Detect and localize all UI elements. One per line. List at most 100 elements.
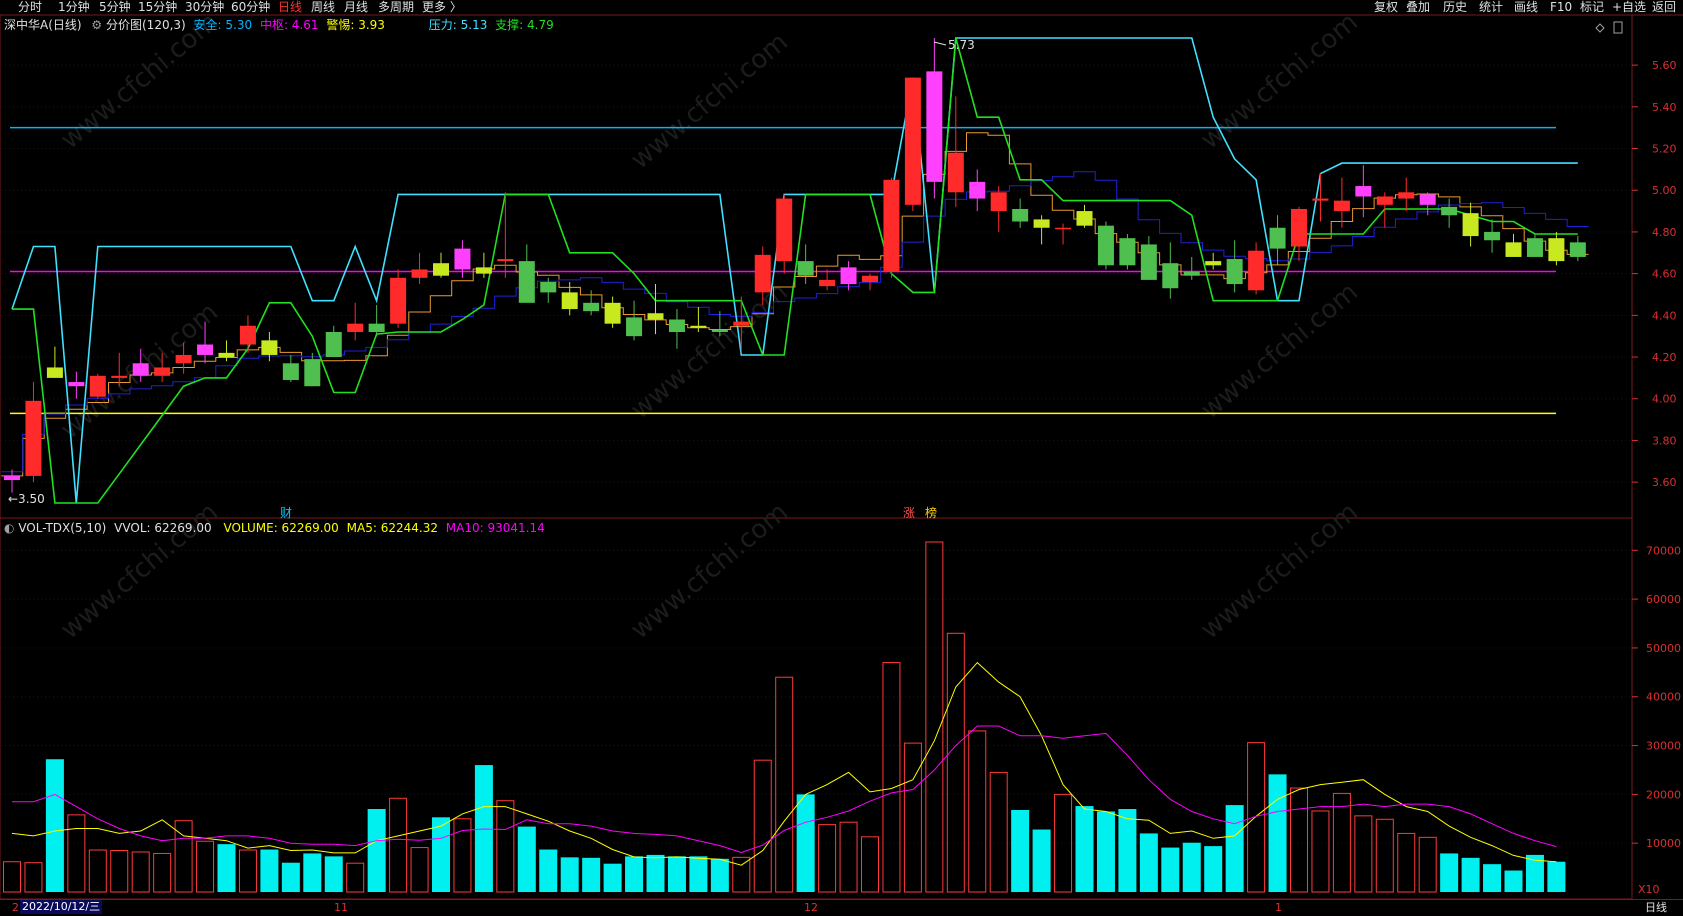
volume-tick-label: 60000	[1646, 593, 1681, 606]
candle-body	[89, 375, 106, 397]
candle	[840, 261, 857, 291]
candle	[261, 332, 278, 362]
volume-ma5-line	[11, 661, 1557, 866]
volume-bars	[3, 541, 1566, 893]
safe-value: 安全: 5.30	[193, 18, 253, 32]
candle-body	[1205, 261, 1222, 266]
period-label[interactable]: 日线	[1645, 901, 1667, 915]
gear-icon[interactable]: ⚙	[91, 18, 102, 32]
candle-body	[797, 261, 814, 276]
month-11-label: 11	[334, 901, 348, 914]
candle-body	[1505, 242, 1522, 257]
watermark-text: www.cfchi.com	[625, 277, 794, 425]
volume-bar	[775, 676, 794, 893]
volume-bar	[517, 826, 536, 892]
chart-canvas[interactable]: www.cfchi.com www.cfchi.com www.cfchi.com w…	[0, 0, 1683, 915]
candle-body	[926, 71, 943, 182]
stock-name[interactable]: 深中华A(日线)	[4, 18, 82, 32]
candle	[347, 302, 364, 341]
candle-body	[776, 198, 793, 262]
volume-bar	[3, 861, 21, 893]
candle-body	[1569, 242, 1586, 257]
volume-bar	[1418, 836, 1437, 893]
volume-bar	[1182, 842, 1201, 892]
price-tick-label: 3.80	[1652, 434, 1677, 447]
candle	[883, 177, 900, 278]
watermark-text: www.cfchi.com	[625, 27, 794, 175]
volume-bar	[346, 862, 365, 893]
candle-body	[1097, 225, 1114, 266]
candle	[68, 371, 85, 399]
candle	[604, 296, 621, 328]
candle	[89, 373, 106, 399]
month-12-label: 12	[804, 901, 818, 914]
indicator-name[interactable]: 分价图(120,3)	[106, 18, 186, 32]
volume-bar	[946, 632, 965, 893]
candle	[1312, 173, 1329, 222]
volume-tick-label: 50000	[1646, 642, 1681, 655]
volume-legend: ◐ VOL-TDX(5,10) VVOL: 62269.00 VOLUME: 6…	[4, 521, 545, 535]
candle-body	[1419, 194, 1436, 205]
watermark-text: www.cfchi.com	[1195, 277, 1364, 425]
candle	[304, 352, 321, 387]
grid-lines	[1, 64, 1632, 844]
candle-body	[626, 317, 643, 337]
candle	[1505, 234, 1522, 257]
candle-body	[368, 323, 385, 333]
candle-body	[454, 248, 471, 270]
candle-body	[1548, 238, 1565, 262]
ma5-value: MA5: 62244.32	[346, 521, 438, 535]
volume-bar	[582, 857, 601, 892]
date-first-label: 2	[12, 901, 19, 914]
alert-value: 警惕: 3.93	[326, 18, 385, 32]
candle-body	[733, 321, 750, 326]
volume-bar	[110, 850, 129, 893]
price-tick-label: 5.40	[1652, 101, 1677, 114]
candle	[1183, 256, 1200, 280]
vol-indicator-name[interactable]: VOL-TDX(5,10)	[18, 521, 106, 535]
volume-bar	[1483, 864, 1502, 892]
candle-body	[497, 259, 514, 262]
candle-body	[840, 267, 857, 285]
candle	[819, 269, 836, 291]
panel-icon	[1613, 21, 1623, 34]
volume-bar	[1247, 742, 1266, 893]
candle-body	[475, 267, 492, 274]
volume-bar	[1118, 809, 1137, 892]
price-tick-label: 4.00	[1652, 393, 1677, 406]
candle	[647, 284, 664, 335]
candle	[1526, 234, 1543, 257]
volume-value: VOLUME: 62269.00	[223, 521, 339, 535]
candlestick-series	[4, 38, 1586, 493]
volume-bar	[989, 771, 1008, 893]
volume-bar	[1461, 857, 1480, 892]
collapse-icon[interactable]: ◐	[4, 521, 14, 535]
candle	[1441, 198, 1458, 228]
candle	[282, 354, 299, 383]
volume-bar	[539, 849, 558, 892]
candle-body	[883, 179, 900, 272]
price-tick-label: 5.60	[1652, 59, 1677, 72]
volume-bar	[367, 809, 386, 892]
candle-body	[904, 77, 921, 205]
candle-body	[411, 269, 428, 278]
candle-body	[25, 400, 42, 476]
candle-body	[1333, 200, 1350, 212]
candle	[797, 244, 814, 285]
price-axis: 5.60 5.40 5.20 5.00 4.80 4.60 4.40 4.20 4.00 3.80…	[1632, 59, 1677, 489]
volume-tick-label: 30000	[1646, 740, 1681, 753]
candle	[1033, 215, 1050, 245]
volume-bar	[925, 541, 944, 893]
candle-body	[390, 277, 407, 324]
candle	[668, 309, 685, 349]
candle-body	[518, 261, 535, 303]
candle	[1055, 223, 1072, 245]
candle-body	[1312, 198, 1329, 201]
volume-tick-label: 10000	[1646, 837, 1681, 850]
volume-tick-label: 40000	[1646, 691, 1681, 704]
candle-body	[1462, 213, 1479, 237]
volume-bar	[153, 852, 172, 893]
candle	[1376, 192, 1393, 228]
volume-bar	[1268, 774, 1287, 892]
price-levels	[10, 126, 1556, 415]
